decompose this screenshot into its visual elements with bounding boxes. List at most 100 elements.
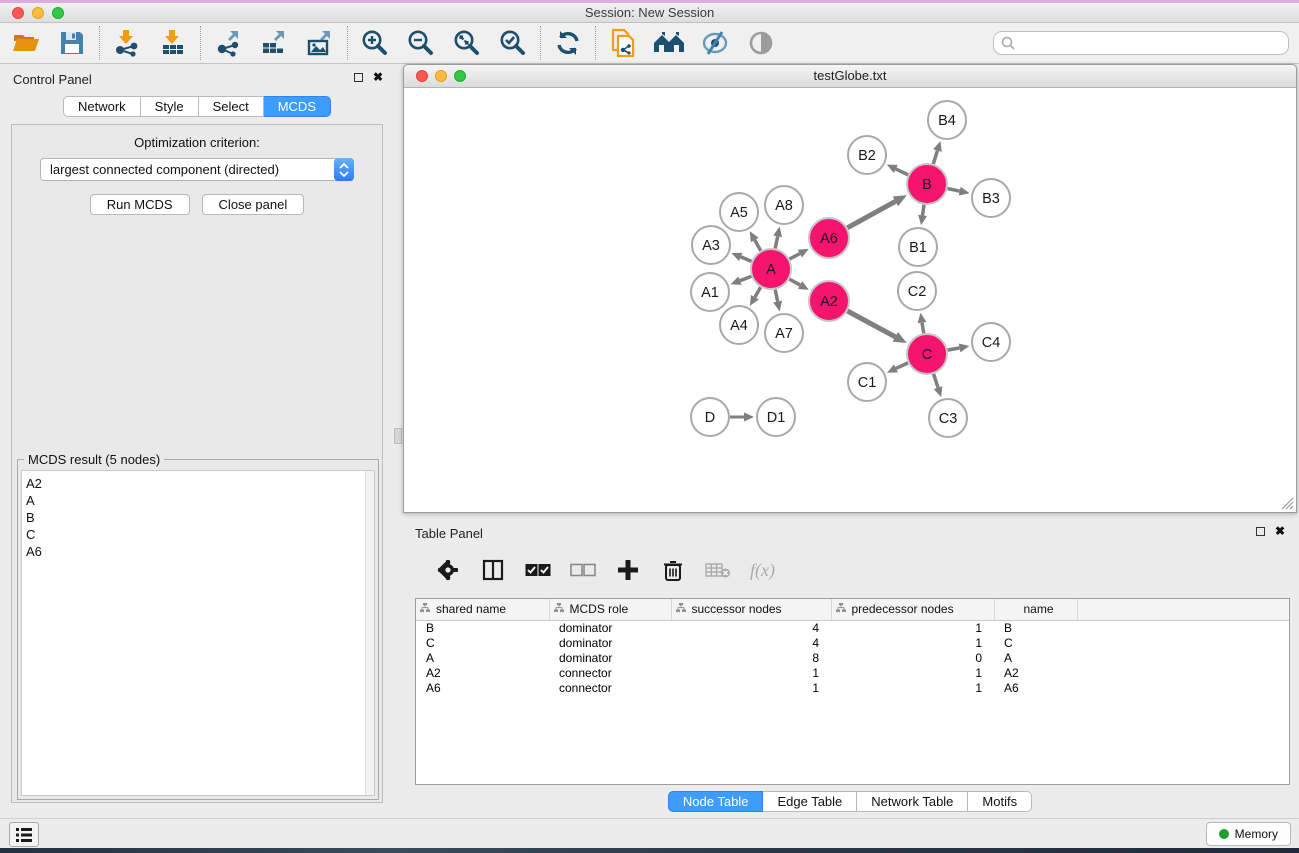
maximize-window-button[interactable] <box>52 7 64 19</box>
result-item[interactable]: B <box>22 509 374 526</box>
edge-C-C1[interactable] <box>896 363 908 369</box>
save-session-icon[interactable] <box>56 27 88 59</box>
close-panel-button[interactable]: Close panel <box>202 194 305 215</box>
table-tab-node-table[interactable]: Node Table <box>668 791 764 812</box>
refresh-icon[interactable] <box>552 27 584 59</box>
result-item[interactable]: A6 <box>22 543 374 560</box>
table-cell[interactable]: A <box>416 650 549 665</box>
table-cell[interactable]: 1 <box>831 665 994 680</box>
close-window-button[interactable] <box>12 7 24 19</box>
column-view-icon[interactable] <box>480 557 506 583</box>
table-cell[interactable]: connector <box>549 680 671 695</box>
edge-B-B3[interactable] <box>948 188 960 191</box>
delete-table-icon[interactable] <box>705 557 731 583</box>
table-cell[interactable]: B <box>994 620 1077 635</box>
maximize-network-button[interactable] <box>454 70 466 82</box>
table-settings-icon[interactable] <box>435 557 461 583</box>
edge-A-A5[interactable] <box>755 240 761 251</box>
table-row[interactable]: A6connector11A6 <box>416 680 1290 695</box>
edge-C-C3[interactable] <box>934 374 938 388</box>
memory-button[interactable]: Memory <box>1206 822 1291 846</box>
table-row[interactable]: Cdominator41C <box>416 635 1290 650</box>
edge-A2-C[interactable] <box>847 311 895 337</box>
table-cell[interactable]: A6 <box>416 680 549 695</box>
column-header-predecessor-nodes[interactable]: predecessor nodes <box>831 599 994 620</box>
mcds-result-list[interactable]: A2ABCA6 <box>21 470 375 796</box>
table-row[interactable]: A2connector11A2 <box>416 665 1290 680</box>
network-canvas[interactable]: AA1A2A3A4A5A6A7A8BB1B2B3B4CC1C2C3C4DD1 <box>404 88 1296 512</box>
table-cell[interactable]: 1 <box>831 635 994 650</box>
resize-grip-icon[interactable] <box>1281 497 1294 510</box>
edge-C-C4[interactable] <box>948 348 960 350</box>
table-cell[interactable]: 1 <box>831 620 994 635</box>
table-tab-network-table[interactable]: Network Table <box>857 791 968 812</box>
table-cell[interactable]: dominator <box>549 650 671 665</box>
table-cell[interactable]: 1 <box>671 665 831 680</box>
search-input[interactable] <box>1016 36 1282 50</box>
function-builder-icon[interactable]: f(x) <box>750 560 775 581</box>
select-all-icon[interactable] <box>525 557 551 583</box>
export-table-icon[interactable] <box>258 27 290 59</box>
home-icon[interactable] <box>653 27 685 59</box>
table-tab-edge-table[interactable]: Edge Table <box>763 791 857 812</box>
table-cell[interactable]: A2 <box>416 665 549 680</box>
import-network-icon[interactable] <box>111 27 143 59</box>
column-header-successor-nodes[interactable]: successor nodes <box>671 599 831 620</box>
result-item[interactable]: C <box>22 526 374 543</box>
table-cell[interactable]: connector <box>549 665 671 680</box>
close-table-panel-icon[interactable]: ✖ <box>1275 526 1285 536</box>
table-row[interactable]: Bdominator41B <box>416 620 1290 635</box>
table-cell[interactable]: B <box>416 620 549 635</box>
tab-style[interactable]: Style <box>141 96 199 117</box>
edge-A6-B[interactable] <box>847 201 895 227</box>
open-session-icon[interactable] <box>10 27 42 59</box>
table-cell[interactable]: A <box>994 650 1077 665</box>
table-cell[interactable]: 8 <box>671 650 831 665</box>
float-table-panel-icon[interactable] <box>1256 527 1265 536</box>
import-table-icon[interactable] <box>157 27 189 59</box>
minimize-window-button[interactable] <box>32 7 44 19</box>
edge-B-B2[interactable] <box>896 169 908 175</box>
table-cell[interactable]: C <box>416 635 549 650</box>
edge-A-A4[interactable] <box>755 287 761 297</box>
table-cell[interactable]: 4 <box>671 620 831 635</box>
result-scrollbar[interactable] <box>365 471 374 795</box>
edge-A-A7[interactable] <box>775 290 777 302</box>
table-cell[interactable]: 4 <box>671 635 831 650</box>
table-cell[interactable]: 1 <box>831 680 994 695</box>
table-cell[interactable]: dominator <box>549 620 671 635</box>
network-window-titlebar[interactable]: testGlobe.txt <box>404 65 1296 88</box>
zoom-selected-icon[interactable] <box>497 27 529 59</box>
table-cell[interactable]: 0 <box>831 650 994 665</box>
delete-entry-icon[interactable] <box>660 557 686 583</box>
search-field[interactable] <box>993 31 1289 55</box>
show-panels-button[interactable] <box>9 822 39 847</box>
table-cell[interactable]: A6 <box>994 680 1077 695</box>
table-cell[interactable]: 1 <box>671 680 831 695</box>
splitter-handle[interactable] <box>394 428 402 444</box>
export-network-icon[interactable] <box>212 27 244 59</box>
edge-A-A8[interactable] <box>775 236 777 248</box>
edge-A-A2[interactable] <box>789 279 800 285</box>
column-header-name[interactable]: name <box>994 599 1077 620</box>
tab-select[interactable]: Select <box>199 96 264 117</box>
duplicate-network-icon[interactable] <box>607 27 639 59</box>
edge-B-B4[interactable] <box>933 151 937 164</box>
zoom-fit-icon[interactable] <box>451 27 483 59</box>
table-cell[interactable]: C <box>994 635 1077 650</box>
edge-A-A1[interactable] <box>740 276 751 280</box>
table-cell[interactable]: dominator <box>549 635 671 650</box>
table-row[interactable]: Adominator80A <box>416 650 1290 665</box>
column-header-shared-name[interactable]: shared name <box>416 599 549 620</box>
show-graphics-details-icon[interactable] <box>745 27 777 59</box>
edge-A-A6[interactable] <box>790 254 800 260</box>
edge-C-C2[interactable] <box>922 323 924 334</box>
table-tab-motifs[interactable]: Motifs <box>968 791 1032 812</box>
hide-graphics-details-icon[interactable] <box>699 27 731 59</box>
zoom-in-icon[interactable] <box>359 27 391 59</box>
tab-network[interactable]: Network <box>63 96 141 117</box>
criterion-dropdown[interactable]: largest connected component (directed) <box>40 158 354 181</box>
close-network-button[interactable] <box>416 70 428 82</box>
column-header-MCDS-role[interactable]: MCDS role <box>549 599 671 620</box>
export-image-icon[interactable] <box>304 27 336 59</box>
